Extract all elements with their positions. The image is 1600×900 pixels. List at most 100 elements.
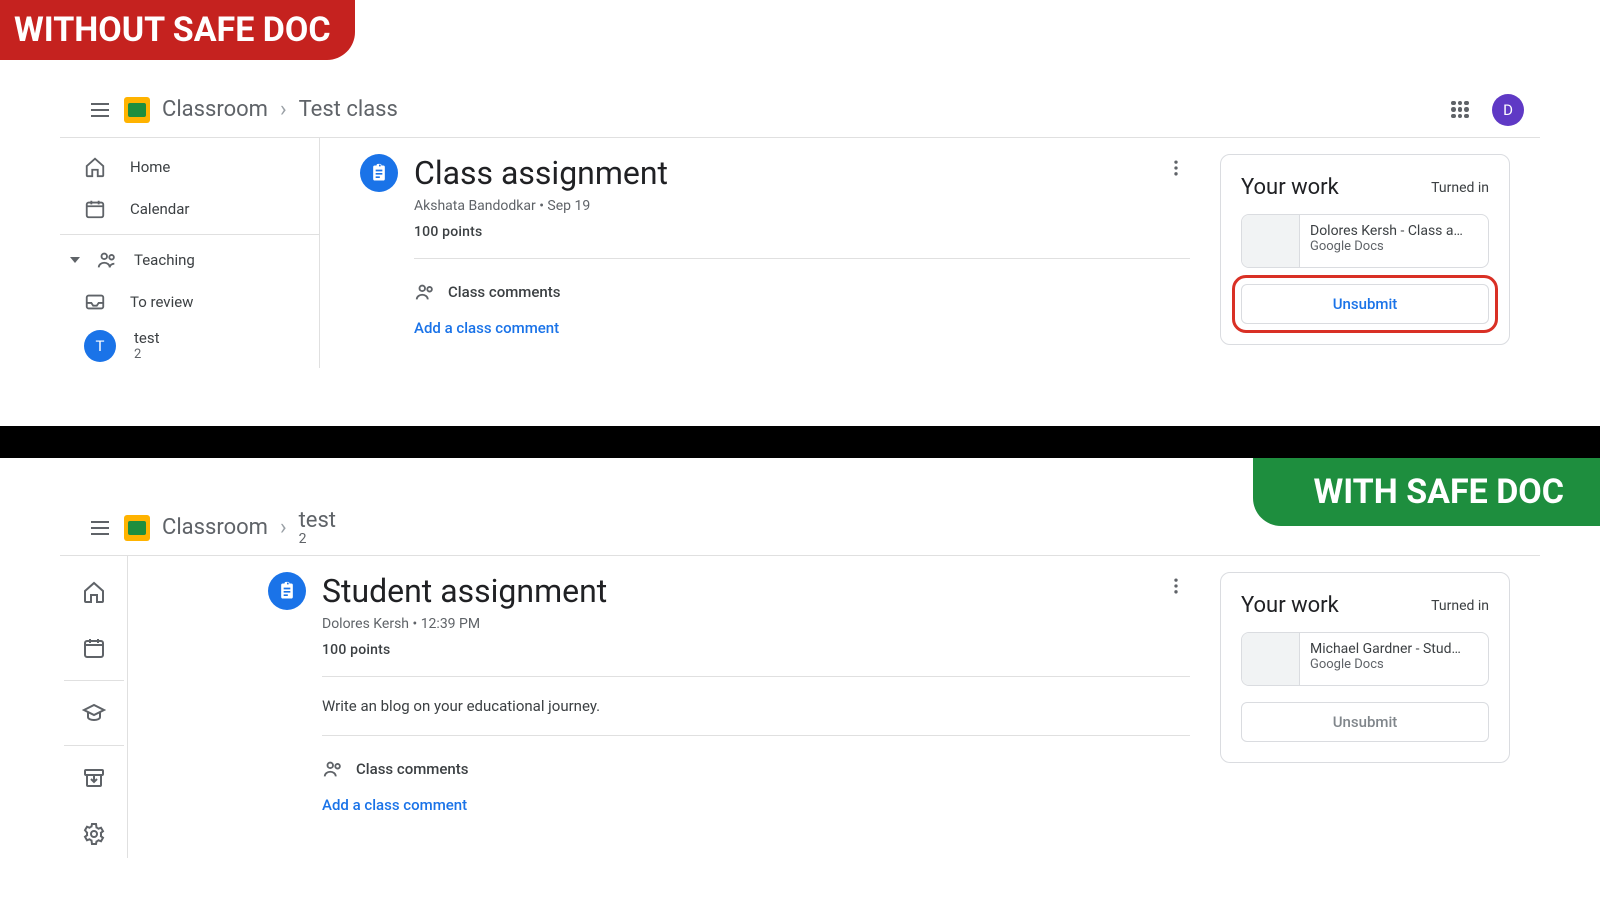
attachment-item[interactable]: Michael Gardner - Stud… Google Docs	[1241, 632, 1489, 686]
assignment-meta: Dolores Kersh • 12:39 PM	[322, 616, 607, 632]
breadcrumb-app[interactable]: Classroom	[162, 97, 268, 122]
sidebar-divider	[60, 234, 319, 235]
your-work-card: Your work Turned in Dolores Kersh - Clas…	[1220, 154, 1510, 345]
sidebar-settings[interactable]	[70, 810, 118, 858]
graduation-icon	[82, 701, 106, 725]
archive-icon	[82, 766, 106, 790]
home-icon	[82, 580, 106, 604]
user-avatar[interactable]: D	[1492, 94, 1524, 126]
people-icon	[322, 758, 344, 780]
breadcrumb-class[interactable]: Test class	[299, 97, 398, 122]
assignment-column: Student assignment Dolores Kersh • 12:39…	[268, 572, 1190, 858]
gear-icon	[82, 822, 106, 846]
highlight-unsubmit: Unsubmit	[1238, 281, 1492, 327]
home-icon	[84, 156, 106, 178]
people-icon	[96, 249, 118, 271]
more-options-button[interactable]	[1162, 154, 1190, 186]
assignment-description: Write an blog on your educational journe…	[322, 697, 1190, 715]
breadcrumb-class[interactable]: test 2	[299, 510, 336, 546]
classroom-logo-icon	[124, 515, 150, 541]
sidebar-mini	[60, 556, 128, 858]
body-row: Student assignment Dolores Kersh • 12:39…	[60, 556, 1540, 858]
more-options-button[interactable]	[1162, 572, 1190, 604]
attachment-type: Google Docs	[1310, 657, 1461, 672]
sidebar-label: Home	[130, 158, 170, 176]
body-row: Home Calendar Teaching To review T test	[60, 138, 1540, 368]
breadcrumb-app[interactable]: Classroom	[162, 515, 268, 540]
assignment-icon	[360, 154, 398, 192]
assignment-title: Student assignment	[322, 572, 607, 610]
assignment-column: Class assignment Akshata Bandodkar • Sep…	[360, 154, 1190, 368]
assignment-points: 100 points	[414, 224, 668, 240]
assignment-points: 100 points	[322, 642, 607, 658]
panel-with-safedoc: Classroom › test 2	[0, 500, 1600, 860]
class-comments-row: Class comments	[322, 758, 1190, 780]
assignment-title: Class assignment	[414, 154, 668, 192]
attachment-type: Google Docs	[1310, 239, 1463, 254]
work-status: Turned in	[1431, 598, 1489, 614]
classroom-logo-icon	[124, 97, 150, 123]
class-avatar: T	[84, 330, 116, 362]
attachment-item[interactable]: Dolores Kersh - Class a… Google Docs	[1241, 214, 1489, 268]
class-comments-row: Class comments	[414, 281, 1190, 303]
your-work-card: Your work Turned in Michael Gardner - St…	[1220, 572, 1510, 763]
class-count: 2	[134, 347, 160, 362]
chevron-right-icon: ›	[280, 515, 287, 540]
sidebar-calendar[interactable]	[70, 624, 118, 672]
sidebar-enrolled[interactable]	[70, 689, 118, 737]
main-content: Student assignment Dolores Kersh • 12:39…	[128, 556, 1540, 858]
sidebar-home[interactable]: Home	[60, 146, 319, 188]
inbox-icon	[84, 291, 106, 313]
divider	[322, 735, 1190, 736]
attachment-name: Dolores Kersh - Class a…	[1310, 223, 1463, 239]
attachment-name: Michael Gardner - Stud…	[1310, 641, 1461, 657]
sidebar-home[interactable]	[70, 568, 118, 616]
assignment-header: Class assignment Akshata Bandodkar • Sep…	[360, 154, 1190, 240]
banner-with-safedoc: WITH SAFE DOC	[1253, 458, 1600, 526]
sidebar-class-item[interactable]: T test 2	[60, 323, 319, 368]
sidebar: Home Calendar Teaching To review T test	[60, 138, 320, 368]
sidebar-label: Calendar	[130, 200, 190, 218]
calendar-icon	[84, 198, 106, 220]
unsubmit-button[interactable]: Unsubmit	[1241, 284, 1489, 324]
breadcrumb: Classroom › test 2	[162, 510, 336, 546]
work-status: Turned in	[1431, 180, 1489, 196]
sidebar-archived[interactable]	[70, 754, 118, 802]
caret-down-icon	[70, 257, 80, 263]
hamburger-icon	[88, 98, 112, 122]
divider	[414, 258, 1190, 259]
kebab-icon	[1166, 576, 1186, 596]
apps-grid-icon	[1451, 101, 1469, 119]
topbar: Classroom › Test class D	[60, 82, 1540, 138]
hamburger-icon	[88, 516, 112, 540]
class-name: test	[134, 329, 160, 347]
sidebar-label: Teaching	[134, 251, 195, 269]
google-apps-button[interactable]	[1440, 101, 1480, 119]
add-comment-link[interactable]: Add a class comment	[322, 796, 1190, 814]
sidebar-teaching-group[interactable]: Teaching	[60, 239, 319, 281]
people-icon	[414, 281, 436, 303]
chevron-right-icon: ›	[280, 97, 287, 122]
sidebar-to-review[interactable]: To review	[60, 281, 319, 323]
hamburger-menu-button[interactable]	[76, 516, 124, 540]
panel-separator	[0, 426, 1600, 458]
calendar-icon	[82, 636, 106, 660]
comments-label: Class comments	[448, 283, 560, 301]
add-comment-link[interactable]: Add a class comment	[414, 319, 1190, 337]
sidebar-label: To review	[130, 293, 193, 311]
assignment-header: Student assignment Dolores Kersh • 12:39…	[268, 572, 1190, 658]
unsubmit-button-disabled[interactable]: Unsubmit	[1241, 702, 1489, 742]
divider	[322, 676, 1190, 677]
sidebar-divider	[64, 745, 124, 746]
assignment-meta: Akshata Bandodkar • Sep 19	[414, 198, 668, 214]
assignment-icon	[268, 572, 306, 610]
sidebar-calendar[interactable]: Calendar	[60, 188, 319, 230]
your-work-heading: Your work	[1241, 175, 1339, 200]
attachment-thumbnail	[1242, 633, 1300, 685]
breadcrumb: Classroom › Test class	[162, 97, 398, 122]
hamburger-menu-button[interactable]	[76, 98, 124, 122]
attachment-thumbnail	[1242, 215, 1300, 267]
your-work-heading: Your work	[1241, 593, 1339, 618]
main-content: Class assignment Akshata Bandodkar • Sep…	[320, 138, 1540, 368]
panel-without-safedoc: Classroom › Test class D Home Calendar T…	[0, 82, 1600, 426]
